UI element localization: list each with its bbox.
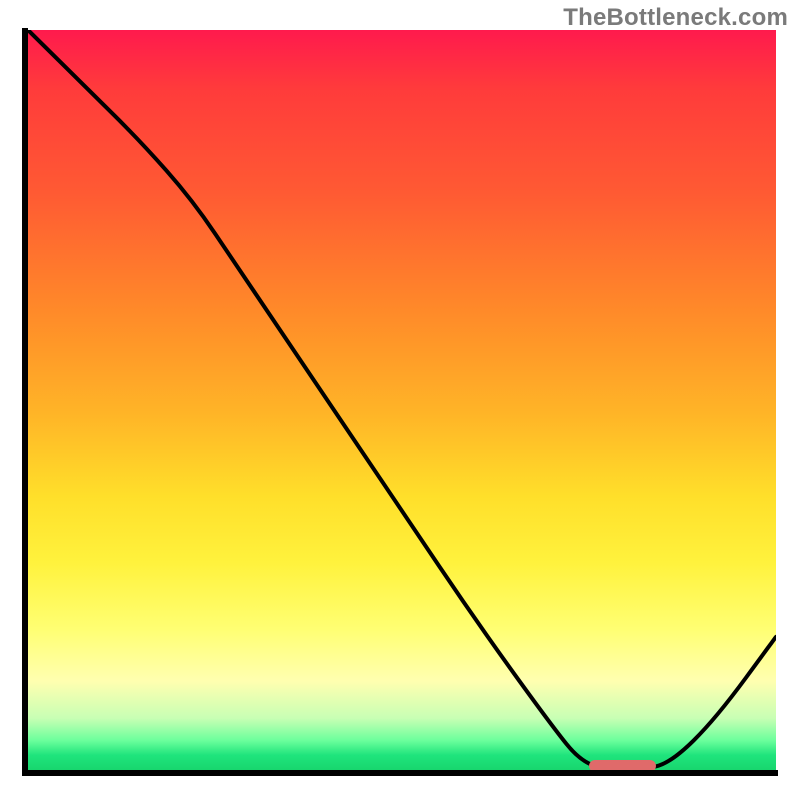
plot-area bbox=[28, 30, 776, 770]
watermark-label: TheBottleneck.com bbox=[563, 4, 788, 32]
bottleneck-curve bbox=[28, 30, 776, 770]
optimum-marker bbox=[589, 760, 656, 770]
y-axis bbox=[22, 28, 28, 774]
x-axis bbox=[22, 770, 778, 776]
chart-frame: TheBottleneck.com bbox=[0, 0, 800, 800]
curve-layer bbox=[28, 30, 776, 770]
